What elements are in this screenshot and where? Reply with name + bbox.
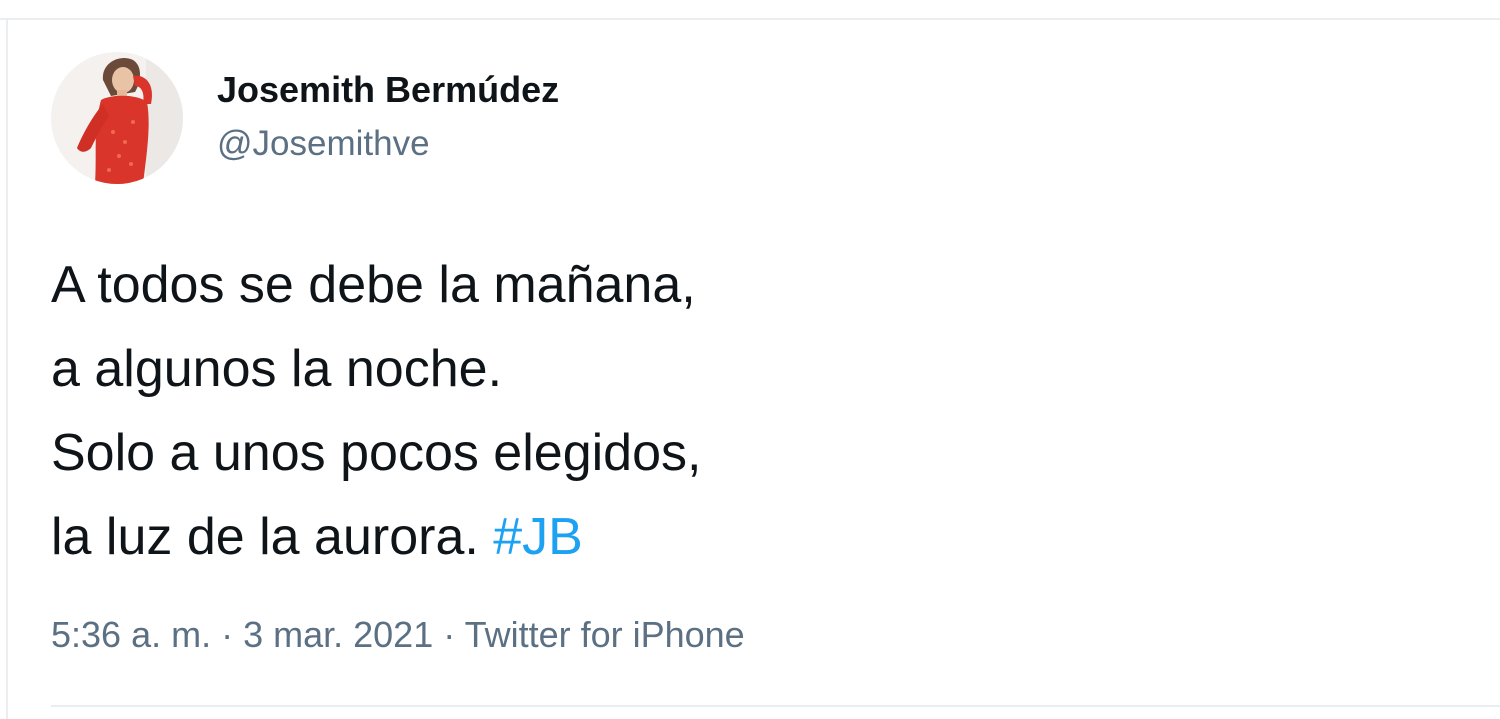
tweet-time[interactable]: 5:36 a. m.: [51, 614, 211, 655]
author-handle[interactable]: @Josemithve: [217, 124, 430, 164]
avatar-photo: [51, 52, 183, 184]
tweet-text-line: Solo a unos pocos elegidos,: [51, 424, 702, 482]
author-name[interactable]: Josemith Bermúdez: [217, 69, 559, 111]
tweet-source[interactable]: Twitter for iPhone: [465, 614, 745, 655]
tweet-text-line: a algunos la noche.: [51, 340, 503, 398]
tweet-text-line-content: la luz de la aurora.: [51, 508, 479, 566]
hashtag-link[interactable]: #JB: [493, 508, 583, 566]
meta-separator: ·: [433, 614, 465, 655]
tweet-date[interactable]: 3 mar. 2021: [243, 614, 433, 655]
tweet-text: A todos se debe la mañana, a algunos la …: [51, 243, 701, 579]
avatar[interactable]: [51, 52, 183, 184]
tweet-text-line: A todos se debe la mañana,: [51, 256, 696, 314]
meta-separator: ·: [211, 614, 244, 655]
divider: [51, 705, 1500, 707]
tweet-card: Josemith Bermúdez @Josemithve A todos se…: [0, 0, 1500, 719]
tweet-text-line: la luz de la aurora. #JB: [51, 495, 701, 579]
tweet-meta: 5:36 a. m. · 3 mar. 2021 · Twitter for i…: [51, 614, 745, 656]
